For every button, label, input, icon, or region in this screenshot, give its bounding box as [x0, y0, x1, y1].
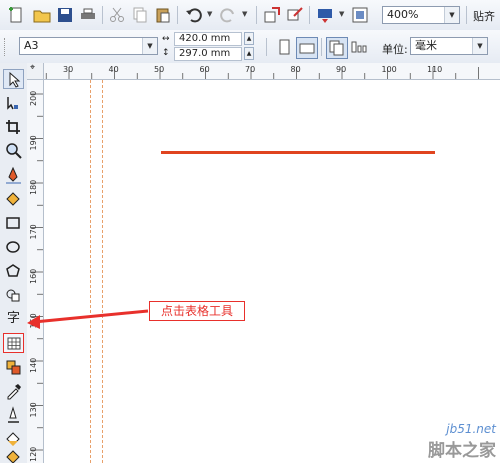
ruler-origin[interactable]: ⌖ [27, 63, 44, 80]
pick-tool-icon[interactable] [3, 69, 24, 89]
text-tool-icon[interactable]: 字 [3, 309, 24, 329]
standard-toolbar: ▼ ▼ ▼ 400% ▼ 贴齐 [0, 0, 500, 31]
toolbar-grip [4, 38, 8, 56]
page-height-input[interactable]: 297.0 mm [174, 47, 242, 61]
interactive-tool-icon[interactable] [3, 357, 24, 377]
watermark: jb51.net 脚本之家 [428, 422, 496, 461]
page-margin-guide [90, 80, 91, 463]
ruler-label: 50 [154, 65, 164, 74]
basic-shapes-tool-icon[interactable] [3, 285, 24, 305]
ruler-label: 170 [29, 224, 38, 239]
ruler-origin-icon: ⌖ [30, 63, 36, 73]
fill-tool-icon[interactable] [3, 429, 24, 449]
property-bar: A3 ▼ ↔ 420.0 mm ▲ ↕ 297.0 mm ▲ 单位: 毫米 ▼ [0, 30, 500, 64]
horizontal-ruler[interactable]: 30 40 50 60 70 80 90 100 110 [27, 63, 500, 80]
chevron-down-icon: ▼ [142, 38, 157, 54]
freehand-tool-icon[interactable] [3, 165, 24, 185]
ruler-label: 90 [336, 65, 346, 74]
page-height-value: 297.0 mm [179, 48, 231, 59]
watermark-site: jb51.net [446, 422, 496, 436]
current-page-layout-icon[interactable] [349, 37, 369, 57]
drawing-canvas[interactable] [44, 80, 500, 463]
ellipse-tool-icon[interactable] [3, 237, 24, 257]
ruler-label: 70 [245, 65, 255, 74]
paste-icon[interactable] [153, 5, 173, 25]
ruler-label: 30 [63, 65, 73, 74]
width-spinner[interactable]: ▲ [244, 32, 254, 45]
ruler-label: 140 [29, 358, 38, 373]
ruler-label: 160 [29, 269, 38, 284]
import-icon[interactable] [262, 5, 282, 25]
separator [102, 6, 103, 24]
application-launcher-icon[interactable] [315, 5, 335, 25]
horizontal-ruler-ticks: 30 40 50 60 70 80 90 100 110 [45, 65, 479, 79]
copy-icon[interactable] [130, 5, 150, 25]
drawn-line-shape[interactable] [161, 151, 435, 154]
ruler-label: 200 [29, 91, 38, 106]
ruler-label: 60 [200, 65, 210, 74]
export-icon[interactable] [285, 5, 305, 25]
redo-icon[interactable] [218, 5, 238, 25]
page-border-guide [102, 80, 103, 463]
ruler-label: 110 [427, 65, 442, 74]
separator [256, 6, 257, 24]
smart-fill-tool-icon[interactable] [3, 189, 24, 209]
crop-tool-icon[interactable] [3, 117, 24, 137]
zoom-level-value: 400% [387, 8, 419, 21]
chevron-down-icon: ▼ [472, 38, 487, 54]
height-icon: ↕ [162, 48, 170, 58]
paper-size-value: A3 [24, 39, 39, 52]
chevron-down-icon: ▼ [444, 7, 459, 23]
paper-size-select[interactable]: A3 ▼ [19, 37, 158, 55]
open-folder-icon[interactable] [32, 5, 52, 25]
units-select[interactable]: 毫米 ▼ [410, 37, 488, 55]
table-tool-icon[interactable] [3, 333, 24, 353]
launcher-dropdown-icon[interactable]: ▼ [339, 10, 344, 18]
height-spinner[interactable]: ▲ [244, 47, 254, 60]
page-width-input[interactable]: 420.0 mm [174, 32, 242, 46]
cut-icon[interactable] [107, 5, 127, 25]
ruler-label: 40 [109, 65, 119, 74]
zoom-tool-icon[interactable] [3, 141, 24, 161]
ruler-label: 120 [29, 447, 38, 462]
print-icon[interactable] [78, 5, 98, 25]
new-document-icon[interactable] [6, 5, 26, 25]
welcome-screen-icon[interactable] [350, 5, 370, 25]
separator [309, 6, 310, 24]
units-value: 毫米 [415, 39, 437, 52]
vertical-ruler[interactable]: 200 190 180 170 160 150 140 130 120 [27, 79, 44, 463]
portrait-icon[interactable] [274, 37, 294, 57]
ruler-label: 80 [291, 65, 301, 74]
ruler-label: 150 [29, 313, 38, 328]
all-pages-layout-icon[interactable] [326, 37, 348, 59]
ruler-label: 180 [29, 180, 38, 195]
interactive-fill-tool-icon[interactable] [3, 447, 24, 463]
shape-tool-icon[interactable] [3, 93, 24, 113]
polygon-tool-icon[interactable] [3, 261, 24, 281]
ruler-label: 190 [29, 135, 38, 150]
width-icon: ↔ [162, 34, 170, 44]
save-icon[interactable] [55, 5, 75, 25]
separator [466, 6, 467, 24]
table-tool-callout: 点击表格工具 [149, 301, 245, 321]
undo-icon[interactable] [184, 5, 204, 25]
units-label: 单位: [382, 43, 408, 56]
eyedropper-tool-icon[interactable] [3, 381, 24, 401]
toolbox: 字 [0, 63, 28, 463]
snap-to-menu[interactable]: 贴齐 [473, 8, 495, 24]
outline-tool-icon[interactable] [3, 405, 24, 425]
rectangle-tool-icon[interactable] [3, 213, 24, 233]
separator [321, 38, 322, 56]
zoom-level-select[interactable]: 400% ▼ [382, 6, 460, 24]
page-width-value: 420.0 mm [179, 33, 231, 44]
undo-dropdown-icon[interactable]: ▼ [207, 10, 212, 18]
ruler-label: 100 [382, 65, 397, 74]
landscape-icon[interactable] [296, 37, 318, 59]
separator [177, 6, 178, 24]
ruler-label: 130 [29, 402, 38, 417]
separator [266, 38, 267, 56]
watermark-name: 脚本之家 [428, 441, 496, 461]
redo-dropdown-icon[interactable]: ▼ [242, 10, 247, 18]
vertical-ruler-ticks: 200 190 180 170 160 150 140 130 120 [29, 91, 43, 462]
